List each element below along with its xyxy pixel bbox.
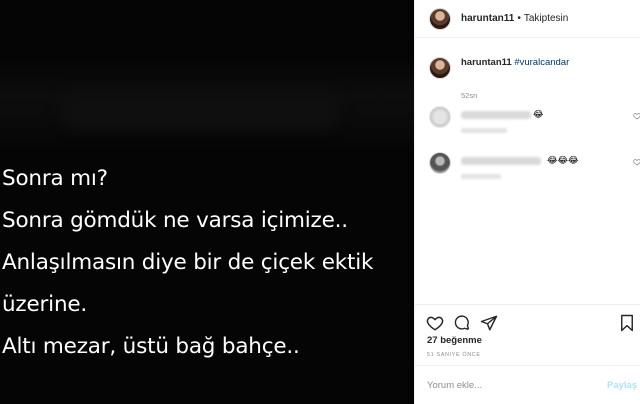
post-line: Altı mezar, üstü bağ bahçe.. — [2, 334, 300, 359]
caption-time: 52sn — [461, 91, 478, 100]
heart-icon[interactable] — [633, 112, 640, 120]
share-comment-button[interactable]: Paylaş — [607, 380, 637, 391]
heart-icon[interactable] — [633, 158, 640, 166]
caption-avatar[interactable] — [429, 57, 451, 79]
comment-avatar[interactable] — [429, 152, 451, 174]
comment: 😂😂😂 — [429, 152, 640, 192]
share-icon[interactable] — [480, 314, 498, 332]
comment-icon[interactable] — [453, 314, 471, 332]
blurred-comment-text — [461, 111, 531, 119]
comment-input[interactable] — [427, 376, 587, 394]
heart-icon[interactable] — [426, 314, 444, 332]
caption-username[interactable]: haruntan11 — [461, 57, 512, 68]
post-line: üzerine. — [2, 292, 88, 317]
blurred-background-shape — [60, 90, 340, 130]
post-image-text: Sonra mı? Sonra gömdük ne varsa içimize.… — [2, 158, 373, 368]
post-age: 51 SANIYE ÖNCE — [427, 352, 481, 358]
caption-hashtag[interactable]: #vuralcandar — [514, 57, 569, 68]
post-line: Sonra gömdük ne varsa içimize.. — [2, 208, 348, 233]
blurred-comment-text — [461, 157, 541, 165]
caption-text: haruntan11 #vuralcandar — [461, 56, 569, 70]
comment-composer: Paylaş — [415, 365, 640, 404]
comment-avatar[interactable] — [429, 106, 451, 128]
likes-count[interactable]: 27 beğenme — [427, 335, 482, 346]
post-side-panel: haruntan11 • Takiptesin haruntan11 #vura… — [414, 0, 640, 404]
header-username[interactable]: haruntan11 — [461, 13, 514, 24]
bookmark-icon[interactable] — [618, 314, 636, 332]
comment: 😂 — [429, 106, 640, 146]
post-header: haruntan11 • Takiptesin — [415, 0, 640, 38]
blurred-comment-meta — [461, 128, 507, 133]
caption: haruntan11 #vuralcandar 52sn — [429, 56, 629, 100]
avatar[interactable] — [429, 7, 451, 30]
comment-emoji: 😂😂😂 — [547, 155, 579, 165]
post-image: Sonra mı? Sonra gömdük ne varsa içimize.… — [0, 0, 414, 404]
comment-emoji: 😂 — [533, 109, 544, 119]
blurred-comment-meta — [461, 174, 501, 179]
header-separator: • — [517, 13, 521, 24]
follow-status[interactable]: Takiptesin — [524, 13, 568, 24]
post-line: Anlaşılmasın diye bir de çiçek ektik — [2, 250, 374, 275]
post-line: Sonra mı? — [2, 166, 108, 191]
